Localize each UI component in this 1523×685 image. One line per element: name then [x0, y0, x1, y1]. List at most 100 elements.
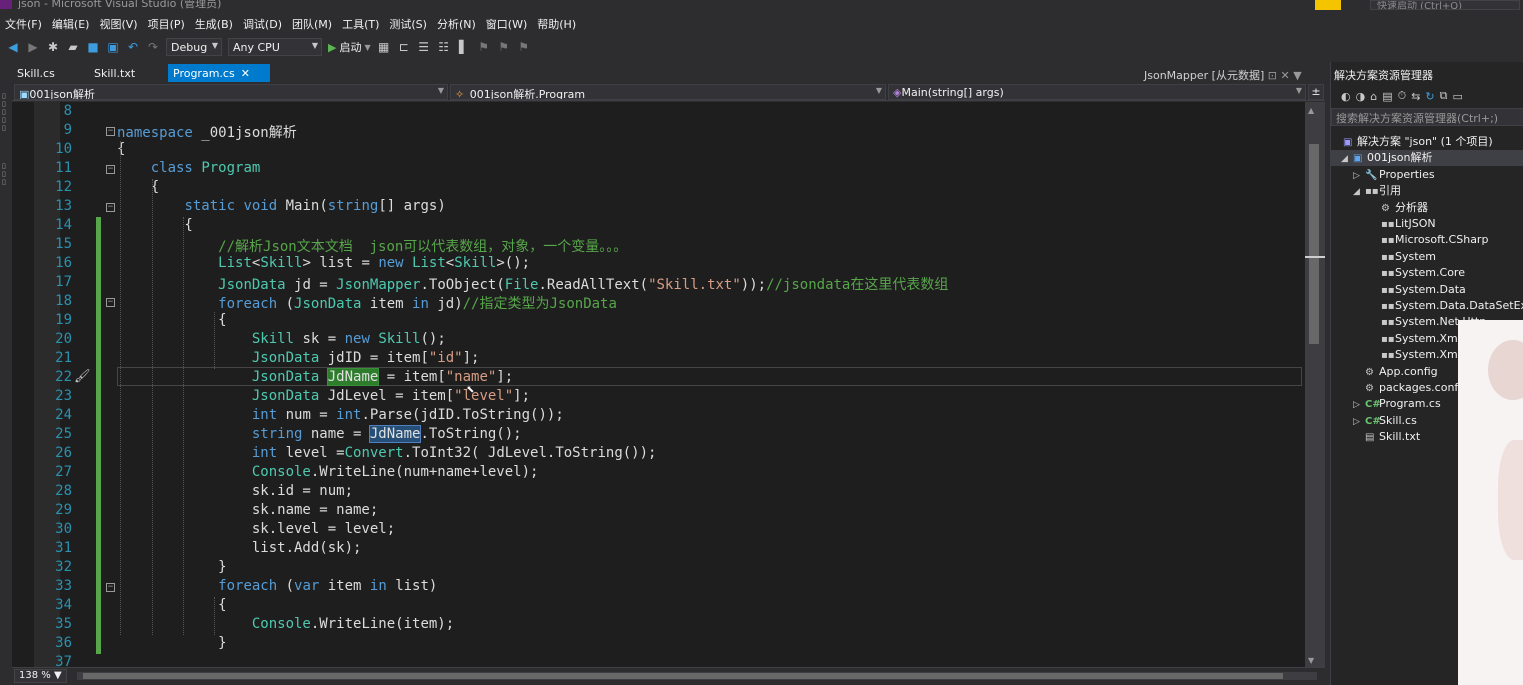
menu-item[interactable]: 团队(M) — [287, 16, 337, 32]
pending-changes-icon[interactable]: ⏱ — [1398, 89, 1407, 103]
tree-node-item[interactable]: ▷ 🔧 Properties — [1353, 167, 1435, 183]
menu-item[interactable]: 工具(T) — [337, 16, 384, 32]
navigate-forward-icon[interactable]: ▶ — [26, 40, 40, 54]
code-line[interactable]: Console.WriteLine(num+name+level); — [117, 464, 539, 480]
server-explorer-tab[interactable]: ▯ ▯ ▯ ▯ ▯ — [2, 92, 9, 132]
expander-icon[interactable]: ◢ — [1353, 184, 1365, 200]
bookmark-icon[interactable]: ▌ — [457, 40, 471, 54]
close-icon[interactable]: ✕ — [1280, 69, 1289, 82]
editor-vertical-scrollbar[interactable]: ▲ ▼ — [1305, 102, 1325, 667]
save-all-icon[interactable]: ▣ — [106, 40, 120, 54]
tree-node-item[interactable]: ⚙ 分析器 — [1369, 200, 1428, 216]
editor-horizontal-scrollbar[interactable] — [77, 672, 1317, 680]
collapse-icon[interactable]: − — [106, 165, 115, 174]
chevron-down-icon[interactable]: ▼ — [1293, 69, 1301, 82]
code-line[interactable]: } — [117, 635, 226, 651]
code-line[interactable]: Console.WriteLine(item); — [117, 616, 454, 632]
tab-program-cs[interactable]: Program.cs ✕ — [168, 64, 270, 82]
step-icon[interactable]: ⊏ — [397, 40, 411, 54]
collapse-icon[interactable]: − — [106, 583, 115, 592]
menu-item[interactable]: 分析(N) — [432, 16, 481, 32]
code-line[interactable]: int level =Convert.ToInt32( JdLevel.ToSt… — [117, 445, 657, 461]
code-line[interactable]: foreach (JsonData item in jd)//指定类型为Json… — [117, 293, 617, 313]
tree-node-item[interactable]: ▤ Skill.txt — [1353, 429, 1420, 445]
notification-flag-icon[interactable] — [1315, 0, 1341, 10]
switch-views-icon[interactable]: ▤ — [1382, 90, 1392, 103]
expander-icon[interactable]: ▷ — [1353, 414, 1365, 430]
code-line[interactable]: List<Skill> list = new List<Skill>(); — [117, 255, 530, 271]
save-icon[interactable]: ■ — [86, 40, 100, 54]
solution-explorer-search-input[interactable]: 搜索解决方案资源管理器(Ctrl+;) — [1331, 108, 1523, 126]
expander-icon[interactable]: ▷ — [1353, 397, 1365, 413]
tree-node-item[interactable]: ▷ C#Skill.cs — [1353, 413, 1417, 429]
code-line[interactable]: Skill sk = new Skill(); — [117, 331, 446, 347]
code-line[interactable]: } — [117, 559, 226, 575]
home-icon[interactable]: ⌂ — [1370, 90, 1377, 103]
code-line[interactable]: foreach (var item in list) — [117, 578, 437, 594]
code-line[interactable]: sk.name = name; — [117, 502, 378, 518]
code-line[interactable]: sk.level = level; — [117, 521, 395, 537]
menu-item[interactable]: 编辑(E) — [47, 16, 95, 32]
next-bookmark-icon[interactable]: ⚑ — [497, 40, 511, 54]
collapse-icon[interactable]: − — [106, 298, 115, 307]
redo-icon[interactable]: ↷ — [146, 40, 160, 54]
tree-node-item[interactable]: ▪▪System.Xml — [1369, 347, 1461, 363]
tree-node-item[interactable]: ▪▪System.Xml — [1369, 331, 1461, 347]
menu-item[interactable]: 生成(B) — [190, 16, 238, 32]
code-line[interactable]: static void Main(string[] args) — [117, 198, 445, 214]
zoom-level-dropdown[interactable]: 138 % ▼ — [14, 669, 67, 683]
back-icon[interactable]: ◐ — [1341, 90, 1351, 103]
scroll-up-icon[interactable]: ▲ — [1308, 106, 1314, 115]
code-editor[interactable]: ⬉ 8 9 namespace _001json解析 10{11 class Prog… — [12, 102, 1325, 667]
menu-item[interactable]: 窗口(W) — [481, 16, 532, 32]
tree-node-item[interactable]: ⚙ App.config — [1353, 364, 1438, 380]
quick-launch-input[interactable]: 快速启动 (Ctrl+Q) — [1370, 0, 1520, 10]
tree-node-item[interactable]: ▷ C#Program.cs — [1353, 396, 1441, 412]
collapse-icon[interactable]: − — [106, 127, 115, 136]
quick-actions-icon[interactable]: 🖌 — [74, 369, 91, 384]
clear-bookmarks-icon[interactable]: ⚑ — [517, 40, 531, 54]
expander-icon[interactable]: ▷ — [1353, 168, 1365, 184]
collapse-all-icon[interactable]: ⧉ — [1440, 89, 1448, 103]
menu-item[interactable]: 帮助(H) — [532, 16, 581, 32]
toolbox-tab[interactable]: ▯ ▯ ▯ — [2, 162, 9, 186]
tree-node-item[interactable]: ▪▪System.Data.DataSetExte — [1369, 298, 1523, 314]
code-line[interactable]: { — [117, 217, 192, 233]
project-dropdown[interactable]: ▣001json解析 ▼ — [14, 84, 448, 100]
menu-item[interactable]: 调试(D) — [238, 16, 287, 32]
collapse-icon[interactable]: − — [106, 203, 115, 212]
close-icon[interactable]: ✕ — [241, 67, 250, 80]
tab-jsonmapper-preview[interactable]: JsonMapper [从元数据] ⊡ ✕ ▼ — [1144, 67, 1302, 83]
navigate-back-icon[interactable]: ◀ — [6, 40, 20, 54]
tree-node-item[interactable]: ⚙ packages.config — [1353, 380, 1468, 396]
code-line[interactable]: { — [117, 597, 226, 613]
expander-icon[interactable]: ◢ — [1341, 151, 1353, 167]
tree-node-project[interactable]: ◢ ▣ 001json解析 — [1331, 150, 1523, 167]
code-line[interactable]: class Program — [117, 160, 261, 176]
code-line[interactable]: JsonData jd = JsonMapper.ToObject(File.R… — [117, 274, 948, 294]
code-line[interactable]: list.Add(sk); — [117, 540, 362, 556]
tree-node-item[interactable]: ▪▪System.Core — [1369, 265, 1465, 281]
menu-item[interactable]: 项目(P) — [143, 16, 190, 32]
solution-configuration-dropdown[interactable]: Debug ▼ — [166, 38, 222, 56]
undo-icon[interactable]: ↶ — [126, 40, 140, 54]
pin-icon[interactable]: ⊡ — [1268, 69, 1277, 82]
code-line[interactable]: { — [117, 312, 226, 328]
tree-node-item[interactable]: ▪▪Microsoft.CSharp — [1369, 232, 1488, 248]
code-line[interactable]: JsonData JdLevel = item["level"]; — [117, 388, 530, 404]
tab-skill-cs[interactable]: Skill.cs — [12, 64, 60, 82]
menu-item[interactable]: 视图(V) — [94, 16, 142, 32]
comment-icon[interactable]: ☰ — [417, 40, 431, 54]
start-debugging-button[interactable]: ▶ 启动 ▼ — [328, 39, 371, 55]
tree-node-item[interactable]: ◢ ▪▪引用 — [1353, 183, 1401, 199]
menu-item[interactable]: 文件(F) — [0, 16, 47, 32]
code-line[interactable]: //解析Json文本文档 json可以代表数组，对象，一个变量。。。 — [117, 236, 627, 256]
solution-platform-dropdown[interactable]: Any CPU ▼ — [228, 38, 322, 56]
code-line[interactable]: string name = JdName.ToString(); — [117, 425, 522, 443]
tree-node-item[interactable]: ▪▪System — [1369, 249, 1436, 265]
properties-icon[interactable]: ▭ — [1453, 90, 1463, 103]
code-line[interactable]: namespace _001json解析 — [117, 122, 297, 142]
tree-node-item[interactable]: ▪▪System.Data — [1369, 282, 1466, 298]
open-file-icon[interactable]: ▰ — [66, 40, 80, 54]
sync-icon[interactable]: ⇆ — [1411, 90, 1420, 103]
